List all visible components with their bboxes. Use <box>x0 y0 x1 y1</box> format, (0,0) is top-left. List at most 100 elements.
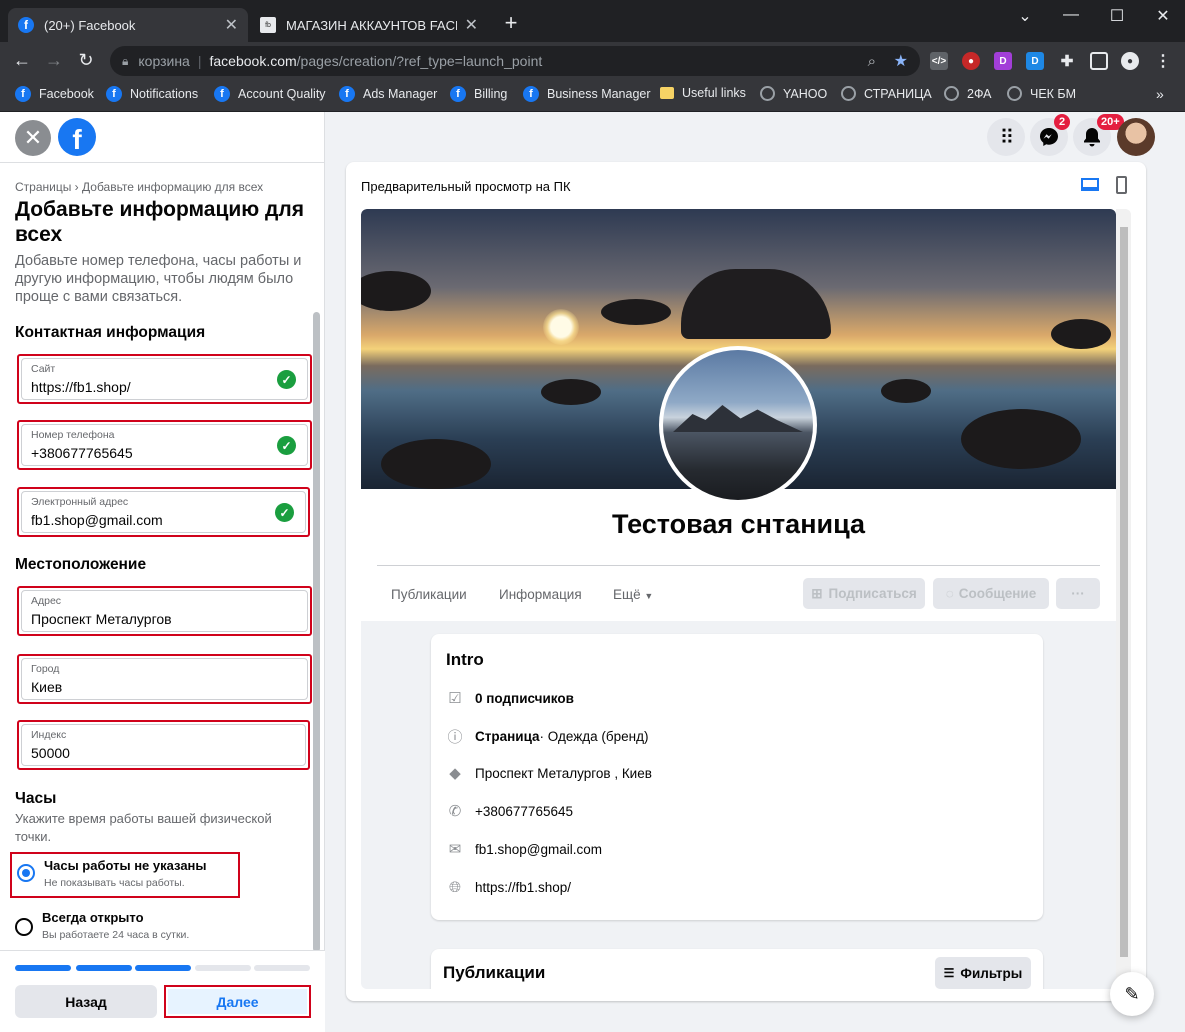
reload-icon[interactable]: ↻ <box>74 50 98 71</box>
extension-red-icon[interactable]: ● <box>962 52 980 70</box>
bookmark-account-quality[interactable]: f Account Quality <box>214 86 326 102</box>
zip-field[interactable]: Индекс 50000 <box>17 720 310 770</box>
email-field[interactable]: Электронный адрес fb1.shop@gmail.com ✓ <box>17 487 310 537</box>
panel-footer: Назад Далее <box>0 950 325 1032</box>
globe-icon <box>1007 86 1022 101</box>
more-options-button[interactable]: ··· <box>1056 578 1100 609</box>
site-input[interactable]: https://fb1.shop/ <box>31 379 131 395</box>
address-input[interactable]: Проспект Металургов <box>31 611 172 627</box>
bookmark-2fa[interactable]: 2ФА <box>944 86 992 101</box>
email-row: ✉ fb1.shop@gmail.com <box>446 839 602 859</box>
tab-search-icon[interactable]: ⌄ <box>1010 6 1040 26</box>
close-window-button[interactable]: ✕ <box>1148 6 1178 26</box>
url-separator: | <box>197 53 202 69</box>
page-name: Тестовая снтаница <box>611 509 866 539</box>
city-input[interactable]: Киев <box>31 679 62 695</box>
back-arrow-icon[interactable]: ← <box>10 50 34 71</box>
bookmark-label: Notifications <box>130 87 199 101</box>
phone-input[interactable]: +380677765645 <box>31 445 133 461</box>
bookmark-ads-manager[interactable]: f Ads Manager <box>339 86 437 102</box>
new-tab-button[interactable]: + <box>496 10 526 36</box>
stone <box>961 409 1081 469</box>
bookmark-facebook[interactable]: f Facebook <box>15 86 94 102</box>
tab-posts[interactable]: Публикации <box>391 587 467 602</box>
filters-button[interactable]: ☰ Фильтры <box>935 957 1031 989</box>
bookmark-yahoo[interactable]: YAHOO <box>760 86 827 101</box>
follow-button[interactable]: ⊞ Подписаться <box>803 578 925 609</box>
next-button[interactable]: Далее <box>168 989 307 1014</box>
forward-arrow-icon[interactable]: → <box>42 50 66 71</box>
profile-icon[interactable]: ● <box>1121 52 1139 70</box>
progress-step <box>76 965 132 971</box>
avatar[interactable] <box>1117 118 1155 156</box>
category-type: Страница <box>475 728 540 744</box>
facebook-logo-icon[interactable]: f <box>58 118 96 156</box>
field-label: Электронный адрес <box>31 496 129 508</box>
phone-row: ✆ +380677765645 <box>446 801 573 821</box>
desktop-icon[interactable] <box>1081 178 1099 191</box>
site-field[interactable]: Сайт https://fb1.shop/ ✓ <box>17 354 312 404</box>
preview-scrollbar[interactable] <box>1116 209 1131 989</box>
city-field[interactable]: Город Киев <box>17 654 312 704</box>
side-panel-icon[interactable] <box>1090 52 1108 70</box>
close-icon[interactable]: ✕ <box>15 120 51 156</box>
minimize-button[interactable]: — <box>1056 6 1086 24</box>
url-path: /pages/creation/?ref_type=launch_point <box>296 53 543 69</box>
check-icon: ✓ <box>275 503 294 522</box>
panel-scrollbar[interactable] <box>313 312 320 952</box>
message-button[interactable]: ◌ Сообщение <box>933 578 1049 609</box>
close-tab-icon[interactable]: ✕ <box>225 15 238 35</box>
compose-edit-icon[interactable]: ✎ <box>1110 972 1154 1016</box>
browser-tabstrip: f (20+) Facebook ✕ fb МАГАЗИН АККАУНТОВ … <box>0 0 1185 42</box>
tab-shop[interactable]: fb МАГАЗИН АККАУНТОВ FACEBOOK ✕ <box>250 8 488 42</box>
mobile-icon[interactable] <box>1116 176 1127 194</box>
bookmark-useful-links[interactable]: Useful links <box>660 86 746 100</box>
progress-step <box>135 965 191 971</box>
tab-facebook[interactable]: f (20+) Facebook ✕ <box>8 8 248 42</box>
directions-icon: ◆ <box>449 765 461 782</box>
zoom-icon[interactable]: ⌕ <box>868 53 876 70</box>
address-field[interactable]: Адрес Проспект Металургов <box>17 586 312 636</box>
zip-input[interactable]: 50000 <box>31 745 70 761</box>
bookmark-stranica[interactable]: СТРАНИЦА <box>841 86 932 101</box>
menu-kebab-icon[interactable]: ⋮ <box>1154 52 1172 70</box>
globe-icon <box>841 86 856 101</box>
address-bar[interactable]: 🔒︎ корзина | facebook.com /pages/creatio… <box>110 46 920 76</box>
info-icon: ⓘ <box>447 728 463 746</box>
follow-icon: ⊞ <box>811 585 823 601</box>
back-button[interactable]: Назад <box>15 985 157 1018</box>
maximize-button[interactable]: ☐ <box>1102 6 1132 26</box>
stone <box>601 299 671 325</box>
bookmark-chek-bm[interactable]: ЧЕК БМ <box>1007 86 1076 101</box>
bookmark-label: YAHOO <box>783 86 828 101</box>
tab-more[interactable]: Ещё ▼ <box>613 587 653 602</box>
more-bookmarks-icon[interactable]: » <box>1156 86 1164 102</box>
tab-info[interactable]: Информация <box>499 587 582 602</box>
scroll-thumb[interactable] <box>1120 227 1128 957</box>
extension-purple-icon[interactable]: D <box>994 52 1012 70</box>
intro-card: Intro ☑ 0 подписчиков ⓘ Страница · Одежда … <box>431 634 1043 920</box>
menu-grid-icon[interactable]: ⠿ <box>987 118 1025 156</box>
hours-option-not-specified[interactable]: Часы работы не указаны Не показывать час… <box>10 852 240 898</box>
posts-heading: Публикации <box>443 963 546 982</box>
stone <box>381 439 491 489</box>
extension-blue-icon[interactable]: D <box>1026 52 1044 70</box>
radio-unselected-icon[interactable] <box>15 918 33 936</box>
bookmark-business-manager[interactable]: f Business Manager <box>523 86 651 102</box>
extensions-puzzle-icon[interactable]: ✚ <box>1058 52 1076 70</box>
progress-step <box>254 965 310 971</box>
desktop-preview-card: Предварительный просмотр на ПК Тестовая … <box>346 162 1146 1001</box>
bookmark-notifications[interactable]: f Notifications <box>106 86 198 102</box>
email-input[interactable]: fb1.shop@gmail.com <box>31 512 163 528</box>
posts-card: Публикации ☰ Фильтры <box>431 949 1043 989</box>
bookmark-star-icon[interactable]: ★ <box>894 51 908 71</box>
bookmark-billing[interactable]: f Billing <box>450 86 507 102</box>
close-tab-icon[interactable]: ✕ <box>465 15 478 35</box>
progress-step <box>195 965 251 971</box>
extension-code-icon[interactable]: </> <box>930 52 948 70</box>
followers-icon: ☑ <box>448 690 462 707</box>
hours-option-always-open[interactable]: Всегда открыто Вы работаете 24 часа в су… <box>10 906 240 952</box>
radio-selected-icon[interactable] <box>17 864 35 882</box>
phone-field[interactable]: Номер телефона +380677765645 ✓ <box>17 420 312 470</box>
tab-more-label: Ещё <box>613 587 641 602</box>
